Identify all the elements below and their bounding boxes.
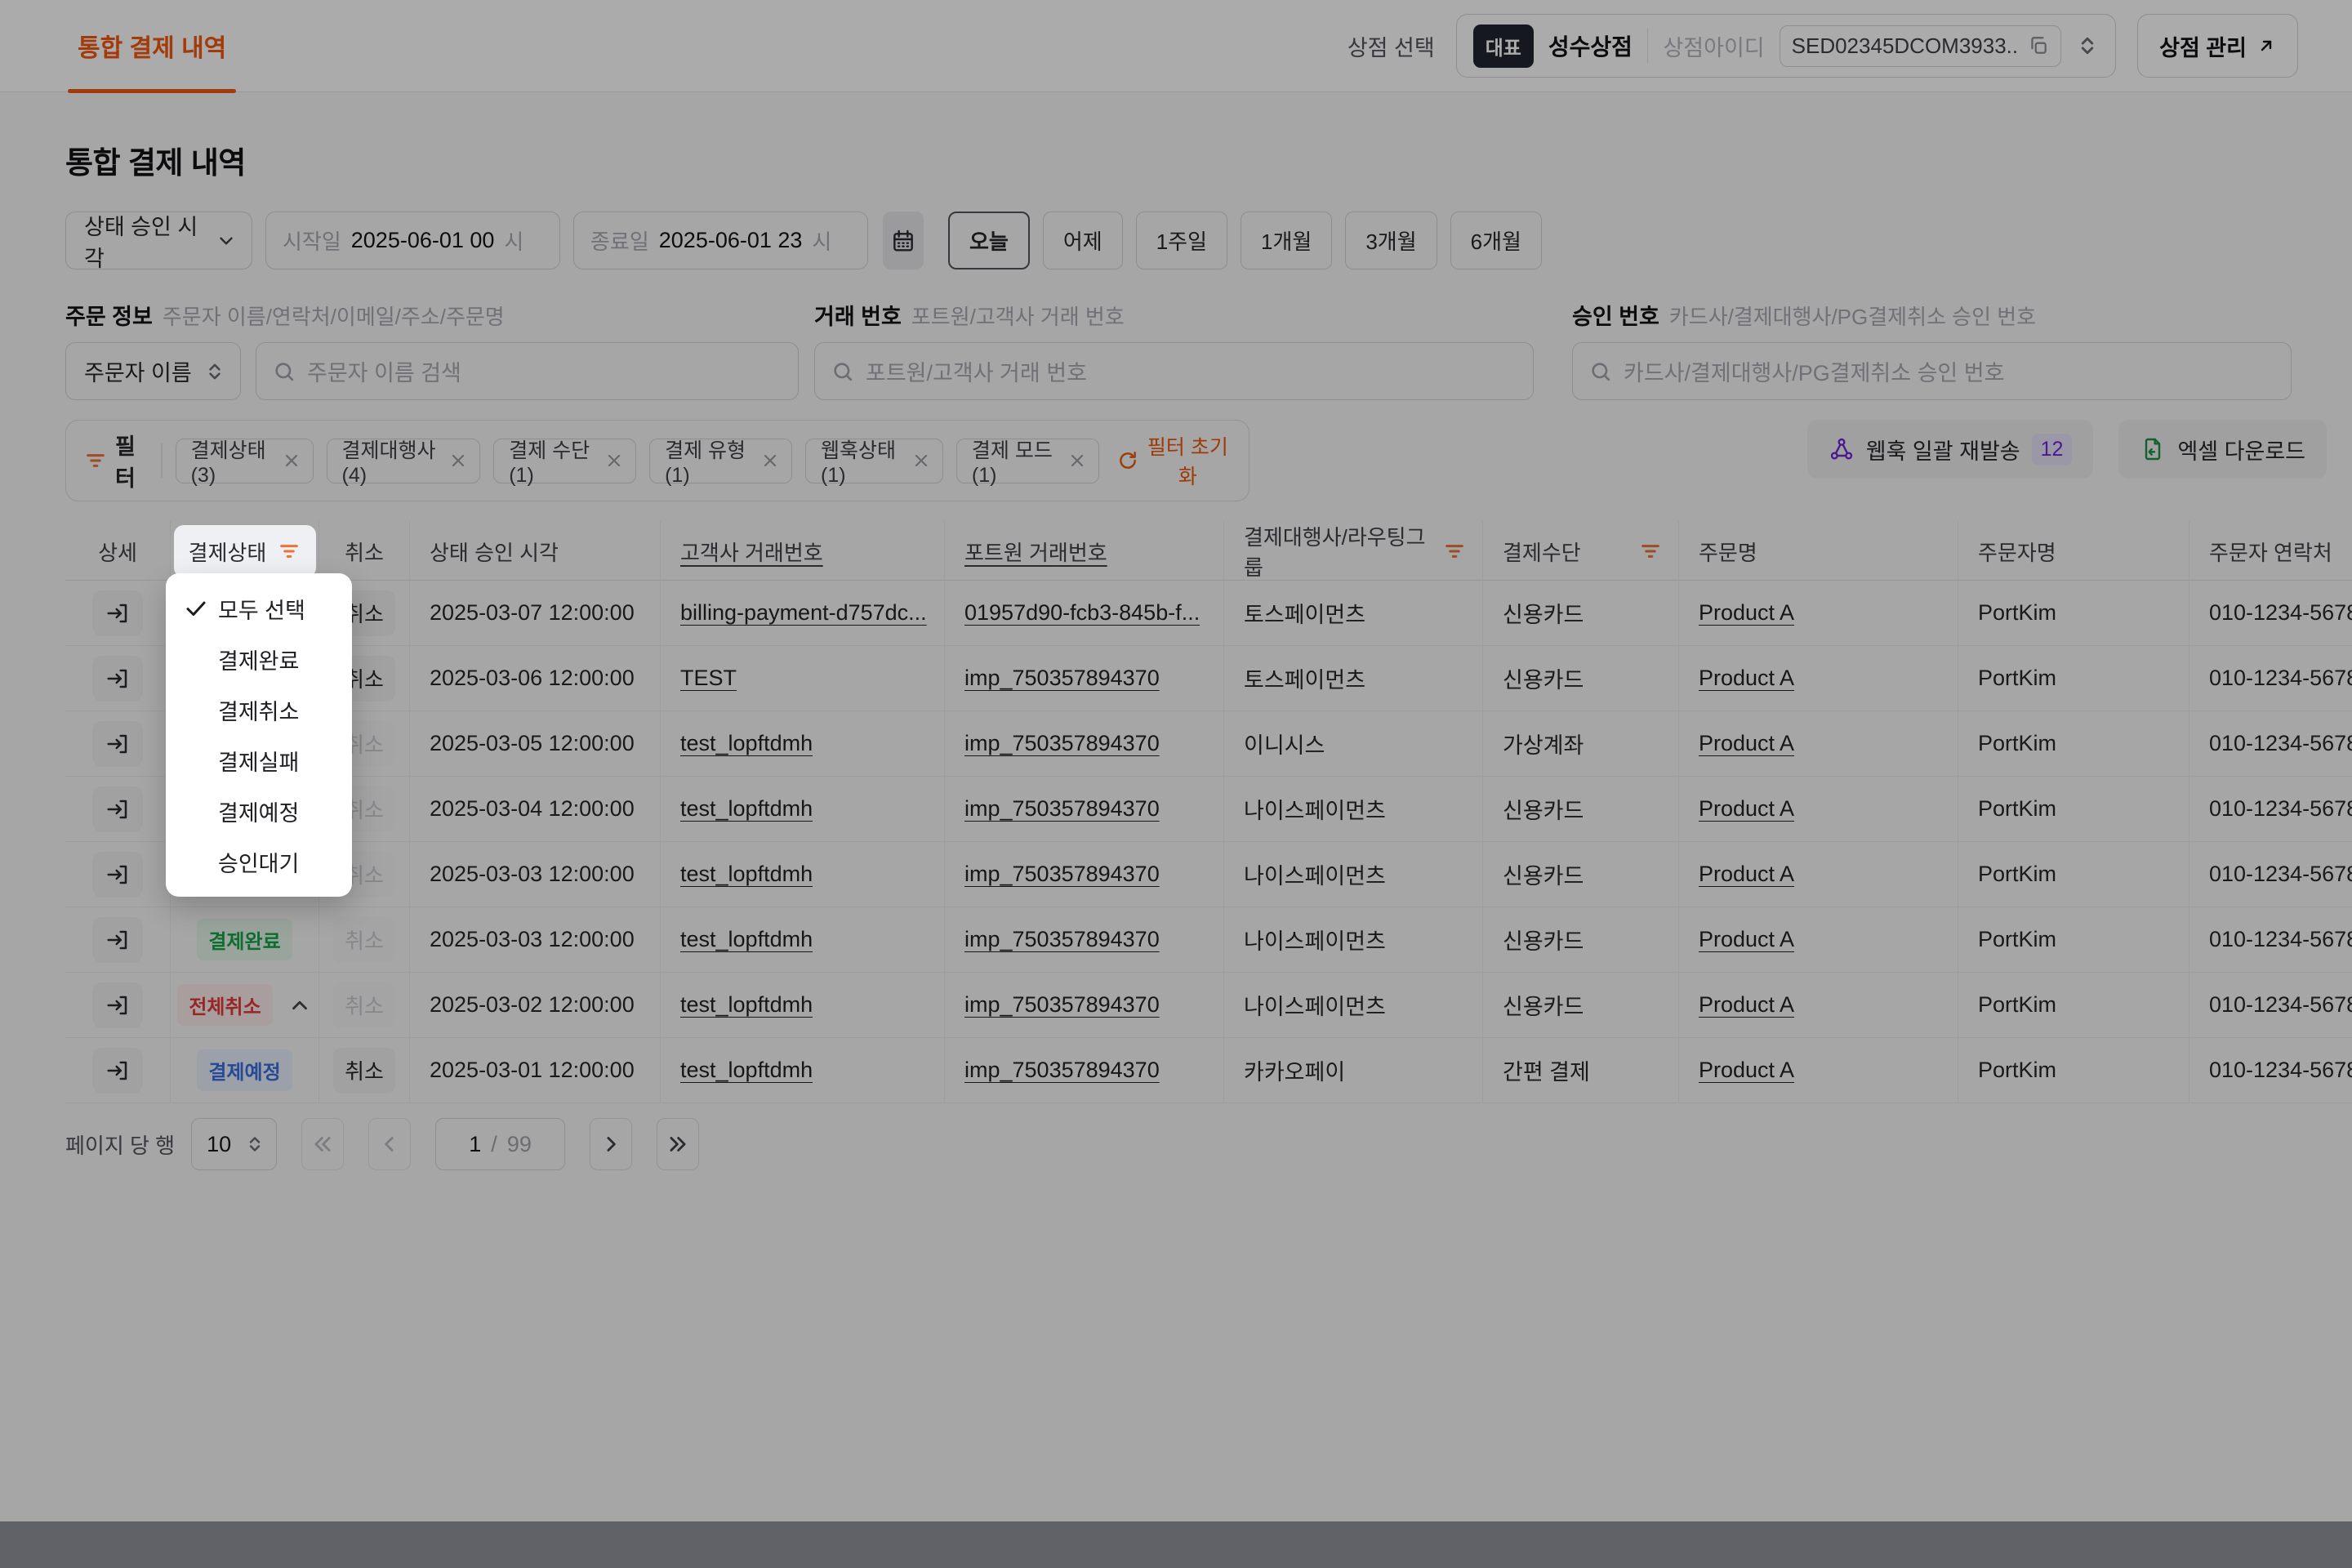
status-menu-item-label: 결제취소: [218, 694, 299, 726]
column-header-status[interactable]: 결제상태: [171, 521, 319, 581]
filter-icon[interactable]: [278, 540, 301, 563]
status-menu-item[interactable]: 결제취소: [166, 684, 352, 735]
status-menu-item[interactable]: 결제완료: [166, 634, 352, 684]
status-menu-item[interactable]: 모두 선택: [166, 583, 352, 634]
status-menu-item-label: 승인대기: [218, 846, 299, 878]
status-menu-item-label: 결제완료: [218, 644, 299, 675]
check-icon: [184, 596, 218, 621]
status-menu-item-label: 결제예정: [218, 795, 299, 827]
status-menu-item-label: 결제실패: [218, 745, 299, 777]
status-menu-item[interactable]: 결제실패: [166, 735, 352, 786]
status-menu-item-label: 모두 선택: [218, 593, 305, 625]
overlay-scrim[interactable]: [0, 0, 2352, 1568]
status-menu-item[interactable]: 승인대기: [166, 836, 352, 887]
column-label: 결제상태: [189, 537, 267, 567]
status-menu-item[interactable]: 결제예정: [166, 786, 352, 836]
payment-status-filter-menu: 모두 선택결제완료결제취소결제실패결제예정승인대기: [166, 573, 352, 897]
status-filter-trigger[interactable]: 결제상태: [174, 525, 316, 577]
